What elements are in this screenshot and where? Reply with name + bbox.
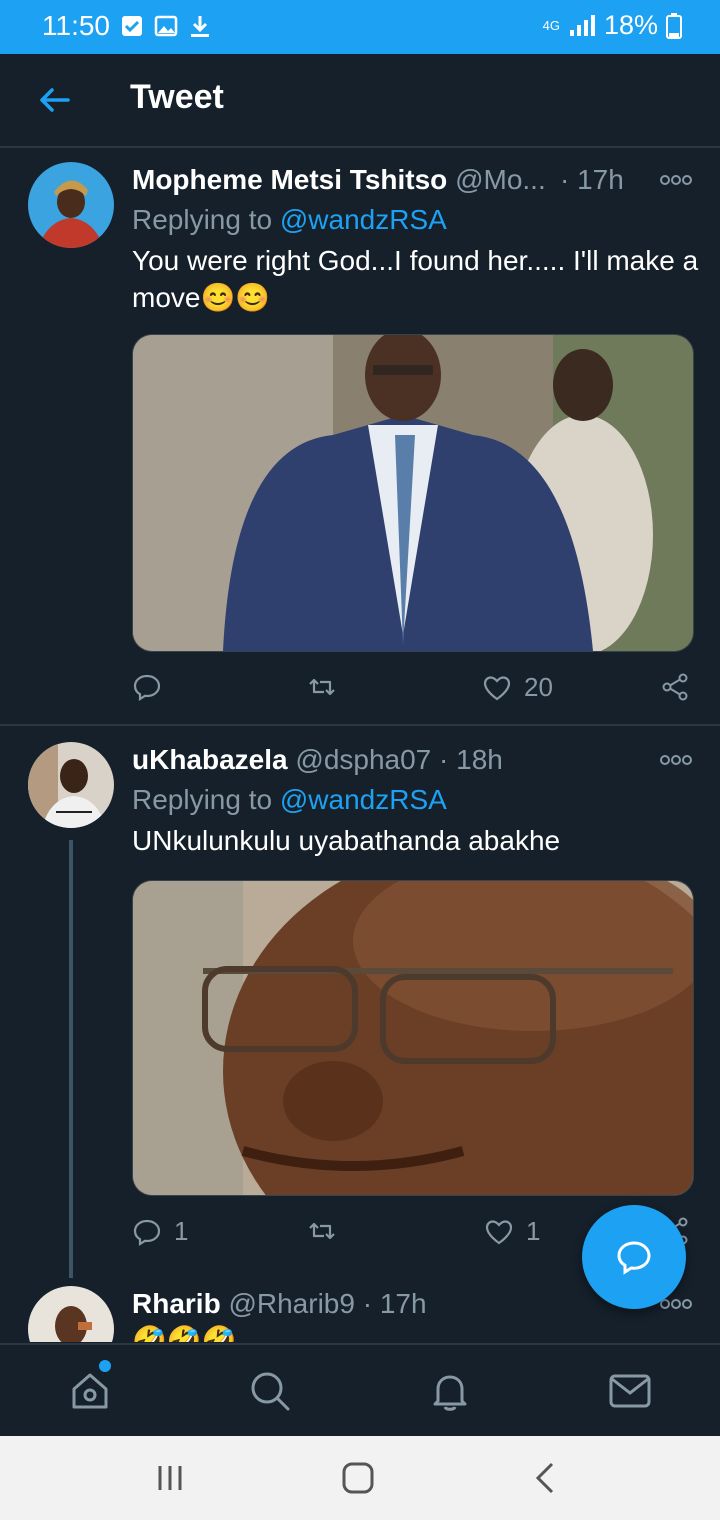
tweet-media[interactable] xyxy=(132,880,694,1196)
status-right: 4G 18% xyxy=(543,10,682,41)
home-icon[interactable] xyxy=(66,1367,114,1415)
tweet-actions: 20 xyxy=(132,672,692,708)
network-type: 4G xyxy=(542,18,560,33)
replying-prefix: Replying to xyxy=(132,204,280,235)
tweet-text: You were right God...I found her..... I'… xyxy=(132,245,699,313)
messages-icon[interactable] xyxy=(606,1367,654,1415)
replying-to: Replying to @wandzRSA xyxy=(132,204,447,236)
replying-prefix: Replying to xyxy=(132,784,280,815)
heart-icon xyxy=(485,1219,513,1244)
retweet-action[interactable] xyxy=(307,672,349,702)
reply-count: 1 xyxy=(174,1216,189,1246)
page-title: Tweet xyxy=(130,78,224,116)
unread-dot xyxy=(99,1360,111,1372)
more-options-icon[interactable] xyxy=(660,754,692,766)
retweet-icon xyxy=(309,678,335,696)
gallery-notification-icon xyxy=(154,15,178,37)
tweet-text: 🤣🤣🤣 xyxy=(132,1325,237,1342)
like-count: 20 xyxy=(524,672,553,702)
tweet-header: Rharib @Rharib9 · 17h xyxy=(132,1288,624,1320)
search-icon[interactable] xyxy=(246,1367,294,1415)
battery-percent: 18% xyxy=(603,10,658,40)
heart-icon xyxy=(483,675,511,700)
tweet-time: · 17h xyxy=(362,1288,427,1319)
more-options-icon[interactable] xyxy=(660,1298,692,1310)
thread-connector-line xyxy=(69,840,73,1278)
arrow-left-icon[interactable] xyxy=(36,82,72,118)
more-options-icon[interactable] xyxy=(660,174,692,186)
tweet-time: · 17h xyxy=(560,164,624,195)
author-name[interactable]: Rharib xyxy=(132,1288,221,1319)
status-time: 11:50 xyxy=(42,10,110,41)
system-navigation-bar xyxy=(0,1436,720,1520)
like-action[interactable]: 20 xyxy=(482,672,553,703)
tweet-time: · 18h xyxy=(439,744,503,775)
reply-action[interactable]: 1 xyxy=(132,1216,188,1247)
like-count: 1 xyxy=(526,1216,541,1246)
author-name[interactable]: uKhabazela xyxy=(132,744,288,775)
back-button-icon[interactable] xyxy=(528,1460,564,1496)
download-notification-icon xyxy=(191,16,209,37)
tweet-header: uKhabazela @dspha07 · 18h xyxy=(132,744,624,776)
replying-handle-link[interactable]: @wandzRSA xyxy=(280,204,447,235)
reply-icon xyxy=(133,674,161,702)
tweet-media[interactable] xyxy=(132,334,694,652)
retweet-icon xyxy=(309,1222,335,1240)
compose-reply-icon xyxy=(617,1241,651,1275)
app-bar: Tweet xyxy=(0,54,720,148)
share-action[interactable] xyxy=(660,672,690,702)
home-button-icon[interactable] xyxy=(340,1460,376,1496)
reply-fab[interactable] xyxy=(582,1205,686,1309)
reply-action[interactable] xyxy=(132,672,174,702)
avatar[interactable] xyxy=(28,742,114,828)
bottom-navigation xyxy=(0,1343,720,1438)
author-handle[interactable]: @Rharib9 xyxy=(228,1288,354,1319)
author-name[interactable]: Mopheme Metsi Tshitso xyxy=(132,164,447,195)
avatar[interactable] xyxy=(28,1286,114,1342)
recent-apps-icon[interactable] xyxy=(152,1460,188,1496)
retweet-action[interactable] xyxy=(307,1216,349,1246)
tweet-ukhabazela[interactable]: uKhabazela @dspha07 · 18h Replying to @w… xyxy=(0,726,720,1276)
signal-icon xyxy=(569,14,595,36)
share-icon xyxy=(662,673,688,701)
replying-handle-link[interactable]: @wandzRSA xyxy=(280,784,447,815)
status-notification-icons xyxy=(120,14,212,38)
battery-icon xyxy=(666,12,682,39)
reply-icon xyxy=(133,1219,161,1246)
replying-to: Replying to @wandzRSA xyxy=(132,784,447,816)
status-bar: 11:50 4G 18% xyxy=(0,0,720,54)
photo-man-blue-suit xyxy=(133,335,693,651)
author-handle[interactable]: @dspha07 xyxy=(295,744,431,775)
tweet-header: Mopheme Metsi Tshitso @Mo... xyxy=(132,164,624,196)
tweet-text: UNkulunkulu uyabathanda abakhe xyxy=(132,825,561,856)
notifications-icon[interactable] xyxy=(426,1367,474,1415)
checkbox-notification-icon xyxy=(122,16,142,36)
avatar[interactable] xyxy=(28,162,114,248)
like-action[interactable]: 1 xyxy=(484,1216,540,1247)
photo-man-glasses xyxy=(133,881,693,1195)
author-handle[interactable]: @Mo... xyxy=(455,164,546,195)
tweet-mopheme[interactable]: Mopheme Metsi Tshitso @Mo... · 17h Reply… xyxy=(0,148,720,724)
